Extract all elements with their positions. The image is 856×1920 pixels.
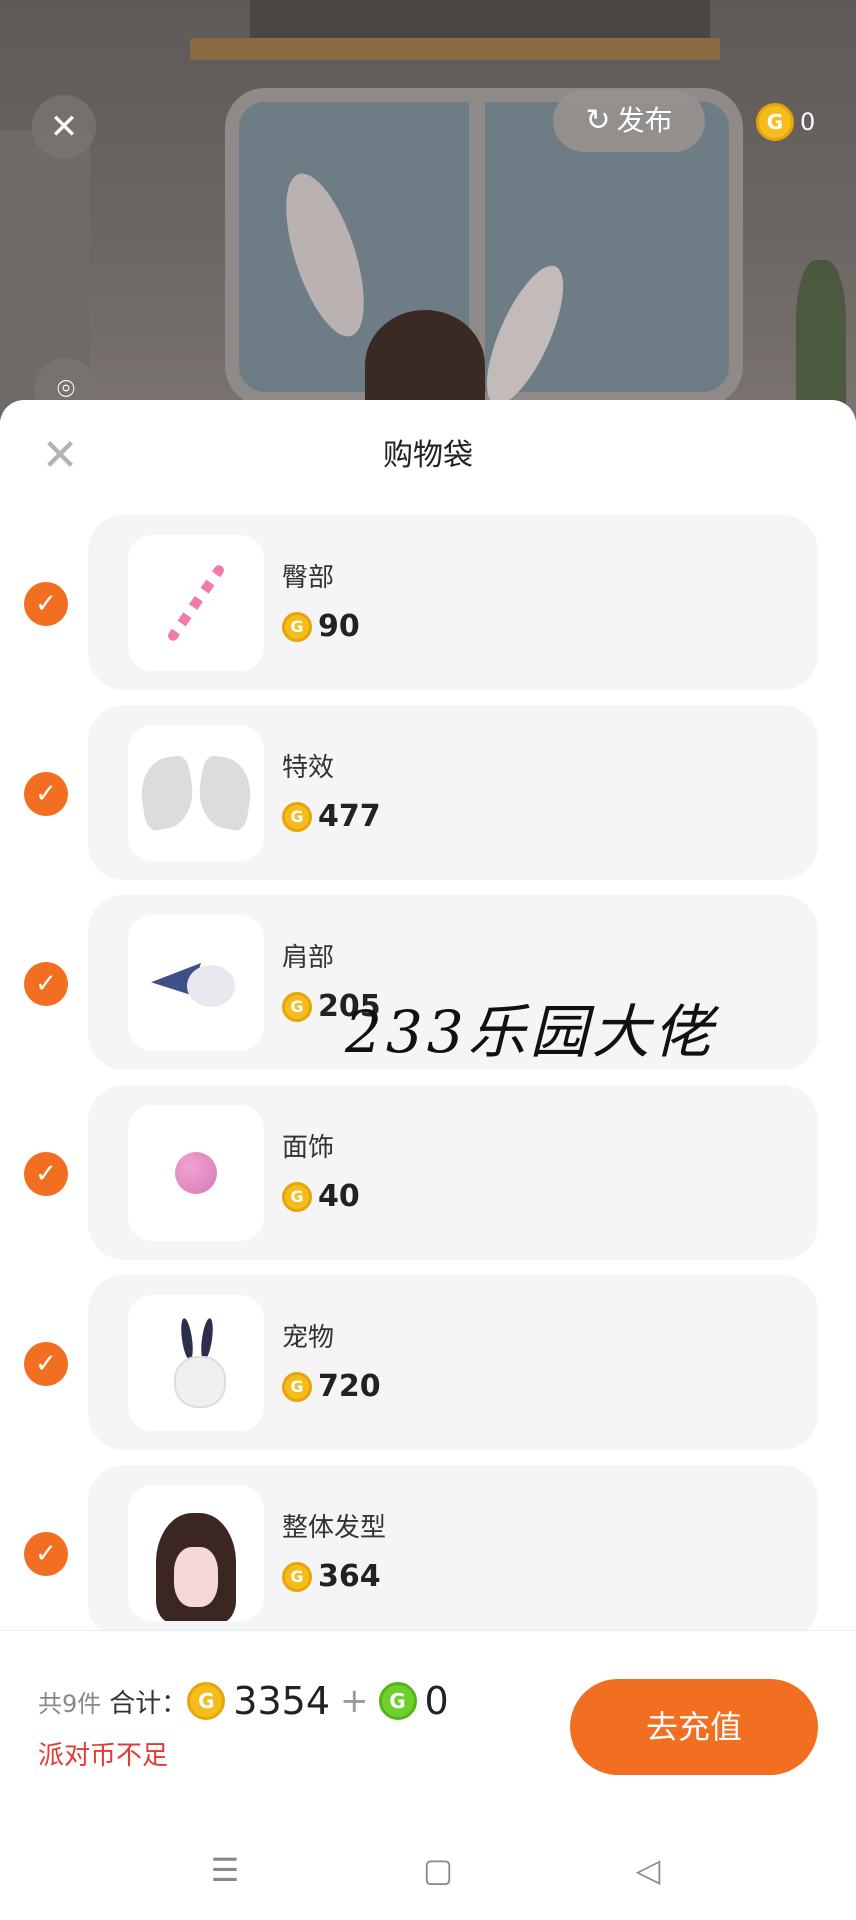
item-category: 宠物 — [282, 1323, 335, 1353]
back-triangle-icon[interactable]: ◁ — [628, 1850, 668, 1890]
total-summary: 共9件 合计： G 3354 + G 0 — [38, 1679, 449, 1723]
checkbox-checked-icon[interactable]: ✓ — [24, 1342, 68, 1386]
checkbox-checked-icon[interactable]: ✓ — [24, 1152, 68, 1196]
green-total: 0 — [424, 1679, 449, 1723]
hair-icon — [146, 1503, 246, 1621]
cart-list[interactable]: ✓ 臀部 G 90 ✓ 特效 G 477 ✓ 肩部 G 205 ✓ 面饰 G 4… — [0, 515, 856, 1630]
item-price: G 90 — [282, 609, 360, 644]
cart-item[interactable]: ✓ 宠物 G 720 — [0, 1275, 856, 1450]
item-price: G 477 — [282, 799, 381, 834]
shelf-items — [250, 0, 710, 38]
item-thumbnail — [128, 535, 264, 671]
item-thumbnail — [128, 1485, 264, 1621]
plus-sign: + — [340, 1681, 369, 1721]
item-category: 肩部 — [282, 943, 335, 973]
avatar-scene: ✕ ↻ 发布 G 0 ⌾ — [0, 0, 856, 420]
watermark-text: 233乐园大佬 — [345, 998, 716, 1066]
bat-pet-icon — [151, 953, 241, 1013]
item-thumbnail — [128, 1105, 264, 1241]
item-count: 共9件 — [38, 1689, 102, 1718]
coin-icon: G — [282, 1371, 312, 1402]
close-icon[interactable]: ✕ — [38, 434, 82, 478]
cart-item[interactable]: ✓ 特效 G 477 — [0, 705, 856, 880]
coin-icon: G — [282, 611, 312, 642]
coin-icon: G — [282, 1181, 312, 1212]
checkbox-checked-icon[interactable]: ✓ — [24, 772, 68, 816]
coin-icon: G — [282, 1561, 312, 1592]
publish-button[interactable]: ↻ 发布 — [553, 90, 705, 152]
item-category: 面饰 — [282, 1133, 335, 1163]
item-price-value: 720 — [318, 1369, 381, 1404]
cart-item[interactable]: ✓ 面饰 G 40 — [0, 1085, 856, 1260]
pink-ball-icon — [175, 1152, 217, 1194]
shelf — [190, 38, 720, 60]
cart-item[interactable]: ✓ 整体发型 G 364 — [0, 1465, 856, 1630]
item-price: G 40 — [282, 1179, 360, 1214]
total-label: 合计： — [109, 1688, 188, 1719]
cart-item[interactable]: ✓ 臀部 G 90 — [0, 515, 856, 690]
checkbox-checked-icon[interactable]: ✓ — [24, 962, 68, 1006]
checkbox-checked-icon[interactable]: ✓ — [24, 582, 68, 626]
recharge-button[interactable]: 去充值 — [570, 1679, 818, 1775]
menu-icon[interactable]: ☰ — [205, 1850, 245, 1890]
item-category: 整体发型 — [282, 1513, 387, 1543]
cart-item-card[interactable]: 面饰 G 40 — [88, 1085, 818, 1260]
cart-item-card[interactable]: 宠物 G 720 — [88, 1275, 818, 1450]
item-price-value: 477 — [318, 799, 381, 834]
item-price: G 720 — [282, 1369, 381, 1404]
plant — [796, 260, 846, 410]
item-price-value: 40 — [318, 1179, 360, 1214]
coin-balance[interactable]: G 0 — [756, 100, 815, 144]
checkbox-checked-icon[interactable]: ✓ — [24, 1532, 68, 1576]
coin-icon: G — [282, 801, 312, 832]
gold-total: 3354 — [233, 1679, 331, 1723]
bunny-icon — [166, 1317, 226, 1408]
coin-icon: G — [282, 991, 312, 1022]
cart-item-card[interactable]: 臀部 G 90 — [88, 515, 818, 690]
coin-balance-value: 0 — [800, 108, 816, 136]
cart-item-card[interactable]: 整体发型 G 364 — [88, 1465, 818, 1630]
publish-icon: ↻ — [585, 103, 611, 138]
tail-icon — [166, 563, 226, 643]
item-thumbnail — [128, 915, 264, 1051]
item-thumbnail — [128, 1295, 264, 1431]
insufficient-warning: 派对币不足 — [38, 1741, 169, 1771]
publish-label: 发布 — [616, 104, 673, 137]
item-category: 臀部 — [282, 563, 335, 593]
gold-coin-icon: G — [187, 1682, 226, 1720]
item-price-value: 90 — [318, 609, 360, 644]
sheet-title: 购物袋 — [383, 438, 473, 473]
item-category: 特效 — [282, 753, 335, 783]
home-square-icon[interactable]: ▢ — [418, 1850, 458, 1890]
close-icon[interactable]: ✕ — [32, 95, 96, 159]
green-coin-icon: G — [378, 1682, 417, 1720]
system-nav-bar: ☰ ▢ ◁ — [0, 1820, 856, 1920]
wings-icon — [141, 758, 251, 828]
coin-icon: G — [756, 103, 794, 141]
item-thumbnail — [128, 725, 264, 861]
item-price-value: 364 — [318, 1559, 381, 1594]
cart-footer: 共9件 合计： G 3354 + G 0 派对币不足 去充值 — [0, 1630, 856, 1775]
item-price: G 364 — [282, 1559, 381, 1594]
cart-item-card[interactable]: 特效 G 477 — [88, 705, 818, 880]
